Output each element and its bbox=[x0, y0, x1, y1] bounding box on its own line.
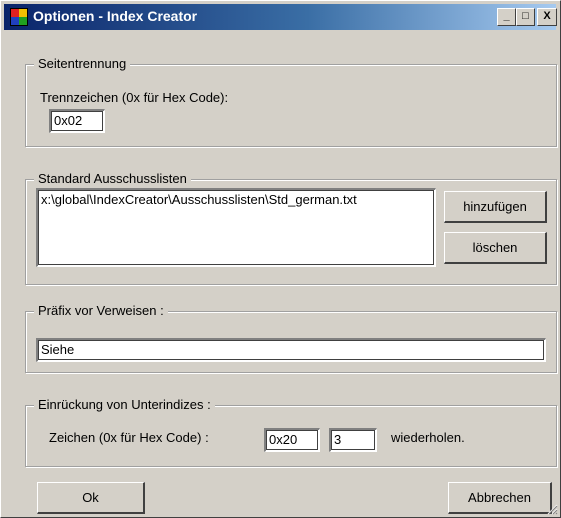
minimize-button[interactable]: _ bbox=[497, 8, 516, 26]
title-bar[interactable]: Optionen - Index Creator _ □ X bbox=[4, 4, 557, 30]
subindex-indent-legend: Einrückung von Unterindizes : bbox=[34, 397, 215, 412]
page-separation-group: Seitentrennung bbox=[25, 56, 557, 147]
close-button[interactable]: X bbox=[537, 8, 557, 26]
options-dialog: Optionen - Index Creator _ □ X Seitentre… bbox=[0, 0, 561, 518]
delete-button[interactable]: löschen bbox=[444, 232, 547, 264]
reference-prefix-input[interactable]: Siehe bbox=[36, 338, 546, 362]
minimize-icon: _ bbox=[503, 10, 510, 22]
ok-button[interactable]: Ok bbox=[37, 482, 145, 514]
separator-label: Trennzeichen (0x für Hex Code): bbox=[40, 90, 229, 105]
reference-prefix-legend: Präfix vor Verweisen : bbox=[34, 303, 168, 318]
indent-char-input[interactable]: 0x20 bbox=[264, 428, 320, 452]
indent-chars-label: Zeichen (0x für Hex Code) : bbox=[49, 430, 209, 445]
page-separation-legend: Seitentrennung bbox=[34, 56, 131, 71]
cancel-button[interactable]: Abbrechen bbox=[448, 482, 552, 514]
maximize-button[interactable]: □ bbox=[516, 8, 535, 26]
exclusion-list-box[interactable]: x:\global\IndexCreator\Ausschusslisten\S… bbox=[36, 188, 436, 267]
close-icon: X bbox=[543, 10, 551, 22]
add-button[interactable]: hinzufügen bbox=[444, 191, 547, 223]
add-button-label: hinzufügen bbox=[463, 199, 527, 214]
separator-input[interactable]: 0x02 bbox=[49, 109, 105, 133]
app-icon bbox=[10, 8, 28, 26]
ok-button-label: Ok bbox=[82, 490, 99, 505]
list-item[interactable]: x:\global\IndexCreator\Ausschusslisten\S… bbox=[41, 192, 432, 207]
delete-button-label: löschen bbox=[472, 240, 518, 255]
indent-repeat-input[interactable]: 3 bbox=[329, 428, 377, 452]
resize-grip-icon[interactable] bbox=[546, 503, 558, 515]
window-title: Optionen - Index Creator bbox=[33, 8, 198, 24]
repeat-label: wiederholen. bbox=[391, 430, 465, 445]
maximize-icon: □ bbox=[522, 10, 529, 22]
exclusion-lists-legend: Standard Ausschusslisten bbox=[34, 171, 191, 186]
cancel-button-label: Abbrechen bbox=[468, 490, 531, 505]
